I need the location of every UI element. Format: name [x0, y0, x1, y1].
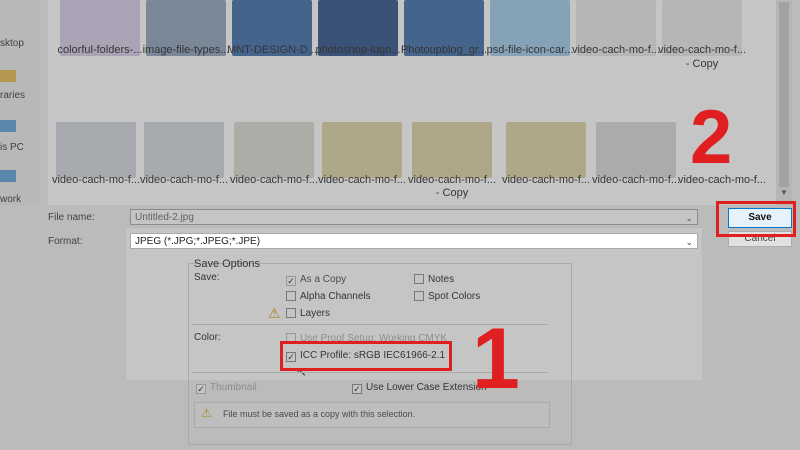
- format-select[interactable]: JPEG (*.JPG;*.JPEG;*.JPE) ⌄: [130, 233, 698, 249]
- thumbnail-label: Thumbnail: [210, 382, 257, 393]
- file-name-label[interactable]: video-cach-mo-f...: [46, 174, 146, 187]
- as-a-copy-label: As a Copy: [300, 274, 347, 285]
- file-name-label[interactable]: colorful-folders-...: [50, 44, 150, 57]
- save-as-dialog: sktop raries is PC work colorful-folders…: [0, 0, 800, 450]
- file-name-label[interactable]: psd-file-icon-car...: [480, 44, 580, 57]
- navigation-pane: sktop raries is PC work: [0, 0, 40, 205]
- format-value: JPEG (*.JPG;*.JPEG;*.JPE): [135, 236, 261, 247]
- file-grid: colorful-folders-... image-file-types...…: [48, 0, 776, 205]
- file-name-value: Untitled-2.jpg: [135, 212, 194, 223]
- scrollbar-thumb[interactable]: [779, 2, 789, 187]
- checkbox-box[interactable]: ✓: [196, 384, 206, 394]
- file-name-label[interactable]: photoshop-logo...: [308, 44, 408, 57]
- step-2-marker: 2: [690, 95, 733, 180]
- spot-colors-checkbox[interactable]: Spot Colors: [414, 291, 480, 302]
- lower-case-extension-checkbox[interactable]: ✓ Use Lower Case Extension: [352, 382, 487, 394]
- checkbox-box[interactable]: ✓: [286, 276, 296, 286]
- file-name-label[interactable]: video-cach-mo-f...: [586, 174, 686, 187]
- file-name-input[interactable]: Untitled-2.jpg ⌄: [130, 209, 698, 225]
- file-name-label[interactable]: video-cach-mo-f...: [496, 174, 596, 187]
- warning-icon: ⚠: [268, 305, 281, 321]
- nav-item-label: raries: [0, 90, 26, 101]
- chevron-down-icon[interactable]: ⌄: [685, 210, 693, 226]
- alpha-channels-checkbox[interactable]: Alpha Channels: [286, 291, 371, 302]
- checkbox-box[interactable]: [286, 291, 296, 301]
- nav-item-network[interactable]: work: [0, 194, 40, 205]
- file-thumbnail[interactable]: [144, 122, 224, 178]
- file-thumbnail[interactable]: [56, 122, 136, 178]
- file-thumbnail[interactable]: [234, 122, 314, 178]
- alpha-channels-label: Alpha Channels: [300, 291, 371, 302]
- file-name-label: File name:: [48, 212, 95, 223]
- checkbox-box[interactable]: [414, 291, 424, 301]
- scroll-down-icon[interactable]: ▼: [779, 188, 789, 197]
- save-button-highlight: [716, 201, 796, 237]
- save-section-label: Save:: [194, 272, 220, 283]
- color-section-label: Color:: [194, 332, 221, 343]
- checkbox-box[interactable]: [414, 274, 424, 284]
- chevron-down-icon[interactable]: ⌄: [685, 234, 693, 250]
- nav-item-label: work: [0, 194, 22, 205]
- nav-item-this-pc[interactable]: is PC: [0, 142, 40, 153]
- file-name-label[interactable]: Photoupblog_gr...: [394, 44, 494, 57]
- file-name-label[interactable]: video-cach-mo-f...: [652, 44, 752, 57]
- file-thumbnail[interactable]: [412, 122, 492, 178]
- network-icon: [0, 170, 16, 182]
- vertical-scrollbar[interactable]: ▼: [776, 0, 792, 205]
- file-thumbnail[interactable]: [596, 122, 676, 178]
- file-thumbnail[interactable]: [322, 122, 402, 178]
- format-label: Format:: [48, 236, 83, 247]
- file-name-label[interactable]: video-cach-mo-f...: [134, 174, 234, 187]
- save-options-title: Save Options: [194, 258, 261, 270]
- notes-label: Notes: [428, 274, 455, 285]
- file-name-label[interactable]: video-cach-mo-f...: [224, 174, 324, 187]
- warning-icon: ⚠: [201, 406, 212, 420]
- file-name-sublabel[interactable]: - Copy: [402, 187, 502, 200]
- checkbox-box[interactable]: [286, 308, 296, 318]
- file-name-label[interactable]: video-cach-mo-f...: [312, 174, 412, 187]
- this-pc-icon: [0, 120, 16, 132]
- file-name-label[interactable]: video-cach-mo-f...: [566, 44, 666, 57]
- as-a-copy-checkbox[interactable]: ✓ As a Copy: [286, 274, 346, 286]
- nav-item-label: is PC: [0, 142, 24, 153]
- notes-checkbox[interactable]: Notes: [414, 274, 454, 285]
- checkbox-box[interactable]: ✓: [352, 384, 362, 394]
- libraries-icon: [0, 70, 16, 82]
- file-name-label[interactable]: video-cach-mo-f...: [402, 174, 502, 187]
- file-name-sublabel[interactable]: - Copy: [652, 58, 752, 71]
- warning-text: File must be saved as a copy with this s…: [223, 409, 416, 419]
- layers-checkbox[interactable]: Layers: [286, 308, 330, 319]
- thumbnail-checkbox[interactable]: ✓ Thumbnail: [196, 382, 257, 394]
- layers-label: Layers: [300, 308, 331, 319]
- spot-colors-label: Spot Colors: [428, 291, 481, 302]
- step-1-marker: 1: [472, 311, 520, 407]
- icc-profile-highlight: [280, 341, 452, 371]
- nav-item-label: sktop: [0, 38, 24, 49]
- file-thumbnail[interactable]: [506, 122, 586, 178]
- file-name-label[interactable]: image-file-types...: [136, 44, 236, 57]
- nav-item-desktop[interactable]: sktop: [0, 38, 40, 49]
- lower-case-extension-label: Use Lower Case Extension: [366, 382, 487, 393]
- nav-item-libraries[interactable]: raries: [0, 90, 40, 101]
- file-name-label[interactable]: MNT-DESIGN-D...: [222, 44, 322, 57]
